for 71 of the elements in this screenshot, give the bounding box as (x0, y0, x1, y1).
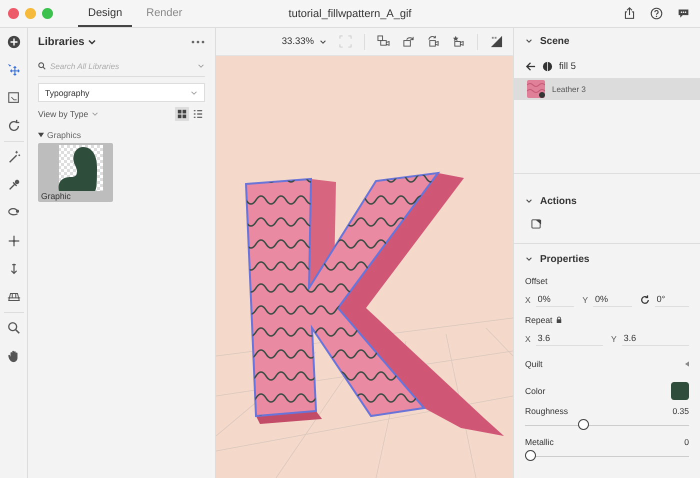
property-label: Color (525, 386, 546, 396)
chevron-down-icon[interactable] (525, 255, 533, 263)
more-options-icon[interactable] (191, 40, 205, 44)
section-title: Scene (540, 36, 570, 46)
rotate-icon (640, 294, 650, 304)
add-icon[interactable] (6, 35, 20, 49)
number-field[interactable]: 0° (654, 292, 689, 307)
number-field[interactable]: 3.6 (622, 331, 689, 346)
grid-view-button[interactable] (175, 107, 189, 121)
slider-value: 0.35 (672, 406, 689, 416)
axis-label: Y (611, 334, 617, 344)
property-label: Repeat (525, 315, 552, 325)
camera-rotate-icon[interactable] (402, 35, 415, 48)
chat-icon[interactable] (677, 7, 690, 20)
property-label: Metallic (525, 437, 554, 447)
chevron-down-icon (319, 38, 327, 46)
number-field[interactable]: 3.6 (536, 331, 603, 346)
camera-frame-icon[interactable] (377, 35, 390, 48)
libraries-title[interactable]: Libraries (38, 36, 84, 48)
eyedropper-icon[interactable] (6, 178, 20, 192)
color-swatch[interactable] (671, 382, 689, 400)
square-tool-icon[interactable] (6, 91, 20, 105)
section-title: Actions (540, 196, 577, 206)
slider-value: 0 (684, 437, 689, 447)
slider-thumb[interactable] (578, 419, 590, 430)
number-field[interactable]: 0% (593, 292, 632, 307)
chevron-down-icon (190, 88, 198, 96)
lock-icon[interactable] (556, 316, 562, 324)
move-icon[interactable] (6, 234, 20, 248)
material-list-item[interactable]: Leather 3 (514, 78, 700, 100)
list-view-button[interactable] (191, 107, 205, 121)
image-frame-icon[interactable] (531, 218, 542, 229)
search-icon (38, 62, 46, 70)
perspective-icon[interactable] (6, 290, 20, 304)
number-field[interactable]: 0% (536, 292, 574, 307)
rotate-icon[interactable] (6, 119, 20, 133)
axis-label: X (525, 334, 531, 344)
chevron-down-icon (91, 110, 100, 118)
camera-orbit-icon[interactable] (427, 35, 440, 48)
library-dropdown[interactable]: Typography (38, 83, 205, 102)
workspace-tab[interactable]: Design (78, 0, 132, 26)
view-by-dropdown[interactable]: View by Type (38, 109, 100, 119)
share-icon[interactable] (623, 7, 636, 20)
render-preview-icon[interactable] (490, 35, 503, 48)
camera-bookmark-icon[interactable] (452, 35, 465, 48)
property-label: Offset (525, 276, 548, 286)
letter-k-3d-drawing[interactable] (244, 172, 504, 436)
chevron-down-icon[interactable] (525, 37, 533, 45)
scene-path-label: fill 5 (559, 60, 576, 72)
axis-label: X (525, 294, 531, 304)
group-label: Graphics (47, 130, 82, 140)
select-move-icon[interactable] (6, 63, 20, 77)
zoom-level-dropdown[interactable]: 33.33% (282, 36, 327, 47)
property-label: Quilt (525, 359, 542, 369)
chevron-down-icon[interactable] (525, 197, 533, 205)
pattern-thumbnail (527, 80, 545, 98)
axis-label: Y (582, 294, 588, 304)
help-icon[interactable] (650, 7, 663, 20)
document-title: tutorial_fillwpattern_A_gif (288, 8, 412, 20)
hand-icon[interactable] (6, 349, 20, 363)
property-label: Roughness (525, 406, 568, 416)
magic-wand-icon[interactable] (6, 150, 20, 164)
graphic-asset-tile[interactable]: Graphic (38, 143, 113, 202)
section-title: Properties (540, 254, 590, 264)
back-arrow-icon[interactable] (525, 60, 536, 72)
slider-thumb[interactable] (525, 450, 536, 461)
search-field[interactable]: Search All Libraries (50, 62, 193, 70)
disclosure-triangle-icon[interactable] (38, 132, 44, 138)
close-window-icon[interactable] (8, 8, 19, 19)
chevron-down-icon[interactable] (87, 37, 98, 47)
zoom-icon[interactable] (6, 321, 20, 335)
